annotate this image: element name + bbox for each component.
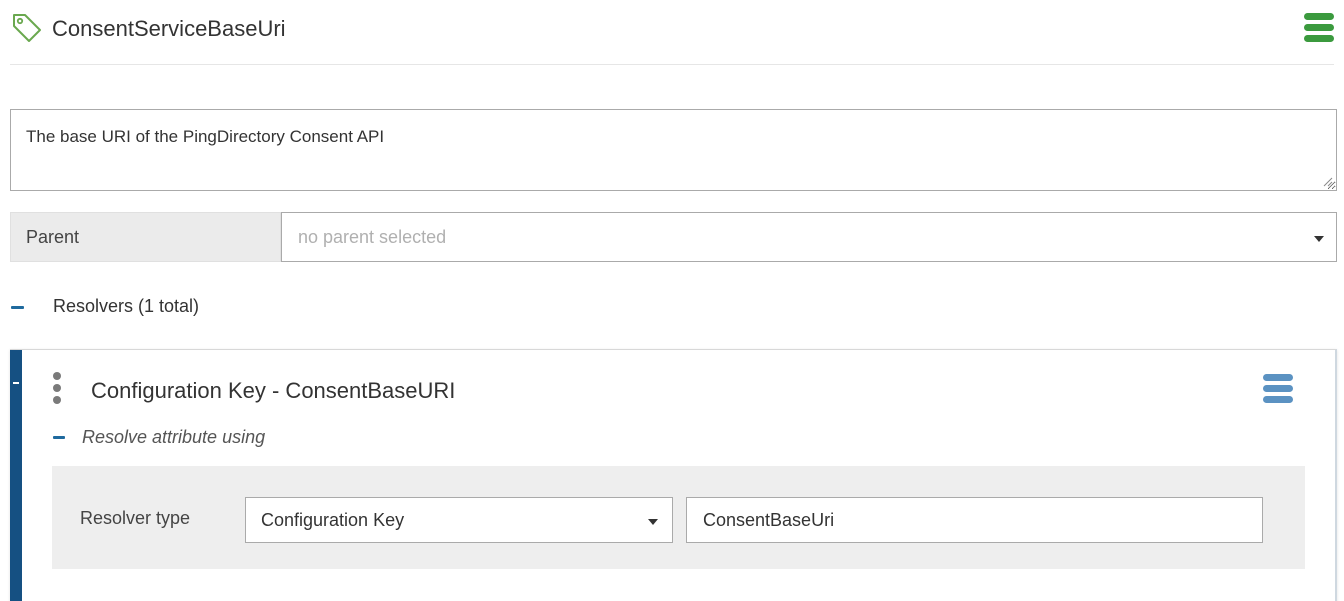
parent-row: Parent no parent selected bbox=[10, 212, 1337, 262]
description-textarea[interactable]: The base URI of the PingDirectory Consen… bbox=[10, 109, 1337, 191]
chevron-down-icon bbox=[648, 519, 658, 525]
attribute-title: ConsentServiceBaseUri bbox=[52, 16, 286, 41]
hamburger-menu-icon[interactable] bbox=[1304, 13, 1334, 43]
resolver-title: Configuration Key - ConsentBaseURI bbox=[91, 378, 456, 403]
attribute-editor: ConsentServiceBaseUri The base URI of th… bbox=[0, 0, 1344, 601]
parent-label: Parent bbox=[10, 212, 281, 262]
resize-grip-icon[interactable] bbox=[1323, 177, 1333, 187]
resolver-type-label: Resolver type bbox=[80, 508, 191, 528]
chevron-down-icon bbox=[1314, 236, 1324, 242]
resolve-collapse-icon[interactable] bbox=[53, 436, 65, 439]
parent-select[interactable]: no parent selected bbox=[281, 212, 1337, 262]
resolver-type-select[interactable]: Configuration Key bbox=[245, 497, 673, 543]
resolver-panel: Resolver type Configuration Key ConsentB… bbox=[52, 466, 1305, 569]
resolver-type-value: Configuration Key bbox=[261, 510, 405, 530]
resolvers-collapse-icon[interactable] bbox=[11, 306, 24, 309]
drag-handle-icon[interactable] bbox=[52, 372, 62, 406]
resolver-card: Configuration Key - ConsentBaseURI Resol… bbox=[10, 349, 1337, 601]
resolver-value-input[interactable]: ConsentBaseUri bbox=[686, 497, 1263, 543]
tag-icon bbox=[10, 11, 44, 45]
resolve-attribute-label: Resolve attribute using bbox=[82, 427, 266, 447]
description-text: The base URI of the PingDirectory Consen… bbox=[26, 127, 385, 146]
resolver-menu-icon[interactable] bbox=[1263, 374, 1293, 404]
card-collapse-icon[interactable] bbox=[13, 382, 19, 384]
parent-select-placeholder: no parent selected bbox=[298, 227, 447, 247]
resolver-card-bar bbox=[10, 350, 22, 601]
resolvers-heading: Resolvers (1 total) bbox=[53, 296, 200, 316]
attribute-header: ConsentServiceBaseUri bbox=[10, 0, 1334, 65]
